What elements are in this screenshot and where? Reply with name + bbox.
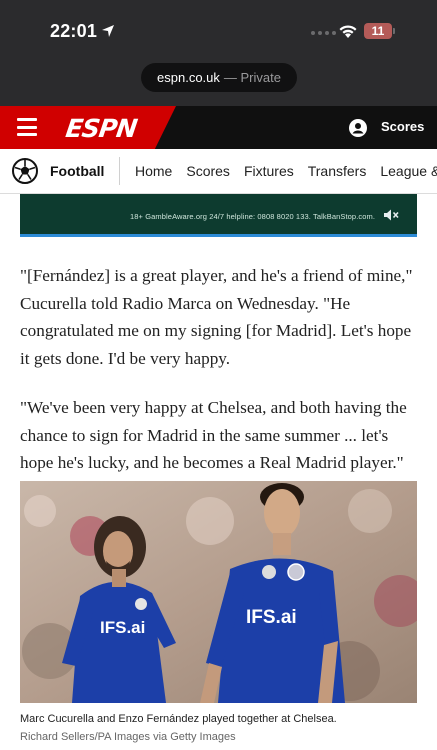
battery-cap <box>393 28 395 34</box>
shirt-sponsor-1: IFS.ai <box>100 618 145 637</box>
menu-icon[interactable] <box>17 118 37 136</box>
nav-item-league[interactable]: League & C <box>380 163 437 179</box>
photo-credit: Richard Sellers/PA Images via Getty Imag… <box>20 731 236 743</box>
football-icon <box>12 158 38 184</box>
espn-logo[interactable]: ESPN <box>64 114 138 143</box>
site-header: ESPN Scores <box>0 106 437 149</box>
private-label: — Private <box>223 70 281 85</box>
nav-item-transfers[interactable]: Transfers <box>308 163 367 179</box>
article-body: "[Fernández] is a great player, and he's… <box>20 262 420 499</box>
ad-banner[interactable]: 18+ GambleAware.org 24/7 helpline: 0808 … <box>20 194 417 237</box>
ad-disclaimer: 18+ GambleAware.org 24/7 helpline: 0808 … <box>130 212 376 221</box>
wifi-icon <box>339 25 357 38</box>
battery-indicator: 11 <box>364 23 392 39</box>
nav-item-home[interactable]: Home <box>135 163 172 179</box>
article-paragraph: "We've been very happy at Chelsea, and b… <box>20 398 407 472</box>
address-bar[interactable]: espn.co.uk — Private <box>141 63 297 92</box>
nav-divider <box>119 157 120 185</box>
user-icon[interactable] <box>349 119 367 137</box>
shirt-sponsor-2: IFS.ai <box>246 607 297 628</box>
article-photo[interactable]: IFS.ai IFS.ai <box>20 481 417 703</box>
browser-chrome: 22:01 11 espn.co.uk — Private <box>0 0 437 106</box>
mute-icon[interactable] <box>383 208 399 222</box>
section-title[interactable]: Football <box>50 163 104 179</box>
header-scores-link[interactable]: Scores <box>381 119 424 134</box>
signal-dots <box>311 31 336 35</box>
address-domain: espn.co.uk <box>157 70 220 85</box>
status-time: 22:01 <box>50 21 98 41</box>
photo-caption: Marc Cucurella and Enzo Fernández played… <box>20 713 337 725</box>
section-nav: Football Home Scores Fixtures Transfers … <box>0 149 437 194</box>
section-nav-items: Home Scores Fixtures Transfers League & … <box>135 163 437 179</box>
nav-item-fixtures[interactable]: Fixtures <box>244 163 294 179</box>
article-paragraph: "[Fernández] is a great player, and he's… <box>20 266 413 368</box>
location-arrow-icon <box>102 25 114 37</box>
nav-item-scores[interactable]: Scores <box>186 163 230 179</box>
